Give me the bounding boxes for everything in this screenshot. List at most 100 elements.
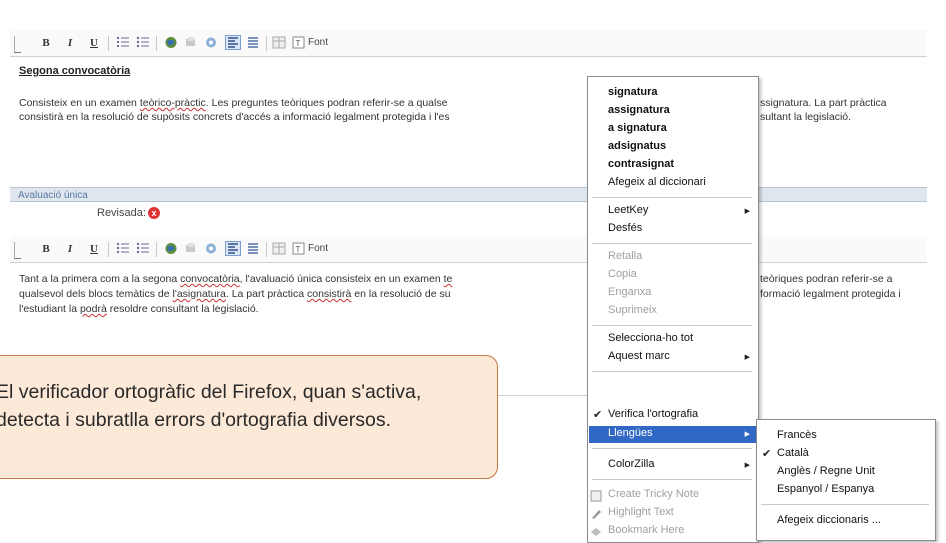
revisada-status-icon[interactable]: x [148,207,160,219]
toolbar-separator [108,242,109,257]
text-run: Consisteix en un examen [19,97,140,109]
suggestion-item[interactable]: assignatura [608,104,670,116]
languages-item[interactable]: Llengües [608,427,653,439]
link-icon[interactable] [164,242,178,255]
font-button[interactable]: Font [308,34,328,52]
underline-button[interactable]: U [88,34,100,52]
bullet-list-icon[interactable] [136,36,150,49]
segona-line-2-tail: sultant la legislació. [760,111,852,123]
unica-line-3: l'estudiant la podrà resoldre consultant… [19,302,259,317]
language-item[interactable]: Francès [777,429,817,441]
segona-line-1: Consisteix en un examen teòrico-pràctic.… [19,96,447,111]
anchor-icon[interactable] [204,36,218,49]
editor-toolbar-bottom: B I U T Font [10,236,927,263]
submenu-arrow-icon: ▶ [744,354,750,361]
add-dictionaries-item[interactable]: Afegeix diccionaris ... [777,514,881,526]
menu-separator [592,243,752,244]
misspelled-word[interactable]: teòrico-pràctic [140,97,206,109]
segona-line-2: consistirà en la resolució de supòsits c… [19,111,450,123]
font-icon: T [292,242,305,255]
menu-separator [592,325,752,326]
anchor-icon[interactable] [204,242,218,255]
text-run: en la resolució de su [351,288,451,300]
submenu-arrow-icon: ▶ [744,431,750,438]
underline-button[interactable]: U [88,240,100,258]
unlink-icon[interactable] [184,242,198,255]
suggestion-item[interactable]: adsignatus [608,140,666,152]
colorzilla-item[interactable]: ColorZilla [608,458,654,470]
highlighter-icon [592,510,601,519]
bookmark-here-item: Bookmark Here [608,524,685,536]
checkmark-icon: ✔ [593,409,603,421]
add-to-dictionary-item[interactable]: Afegeix al diccionari [608,176,706,188]
misspelled-word[interactable]: consistirà [307,288,351,300]
undo-item[interactable]: Desfés [608,222,642,234]
submenu-arrow-icon: ▶ [744,208,750,215]
menu-separator [592,448,752,449]
revisada-label: Revisada: [97,207,146,219]
suggestion-item[interactable]: contrasignat [608,158,674,170]
spellcheck-context-menu: signatura assignatura a signatura adsign… [587,76,759,543]
language-item[interactable]: Espanyol / Espanya [777,483,874,495]
link-icon[interactable] [164,36,178,49]
italic-button[interactable]: I [64,34,76,52]
text-run: . Les preguntes teòriques podran referir… [205,97,448,109]
suggestion-item[interactable]: signatura [608,86,658,98]
highlight-text-item: Highlight Text [608,506,674,518]
toolbar-separator [266,242,267,257]
paste-item: Enganxa [608,286,652,298]
suggestion-item[interactable]: a signatura [608,122,667,134]
align-left-icon[interactable] [225,241,241,256]
align-left-icon[interactable] [225,35,241,50]
toolbar-grip[interactable] [14,36,21,53]
misspelled-word[interactable]: podrà [80,303,107,315]
spellcheck-toggle-item[interactable]: Verifica l'ortografia [608,408,698,420]
table-icon[interactable] [272,36,286,49]
align-justify-icon[interactable] [246,242,260,255]
leetkey-item[interactable]: LeetKey [608,204,648,216]
toolbar-separator [266,36,267,51]
misspelled-word[interactable]: convocatòria [180,273,240,285]
bookmark-icon [591,528,601,536]
section-bar-avaluacio-unica: Avaluació única [10,187,927,202]
note-icon [590,490,602,502]
menu-separator [761,504,929,505]
text-run: , l'avaluació única consisteix en un exa… [239,273,444,285]
text-run: l'estudiant la [19,303,80,315]
checkmark-icon: ✔ [762,448,772,460]
bold-button[interactable]: B [40,34,52,52]
callout-text: El verificador ortogràfic del Firefox, q… [0,381,422,431]
numbered-list-icon[interactable] [116,242,130,255]
misspelled-word[interactable]: l'asignatura [173,288,226,300]
unica-line-2: qualsevol dels blocs temàtics de l'asign… [19,287,451,302]
copy-item: Copia [608,268,637,280]
delete-item: Suprimeix [608,304,657,316]
unica-line-1: Tant a la primera com a la segona convoc… [19,272,452,287]
unlink-icon[interactable] [184,36,198,49]
numbered-list-icon[interactable] [116,36,130,49]
language-item[interactable]: Anglès / Regne Unit [777,465,875,477]
text-run: Tant a la primera com a la segona [19,273,181,285]
toolbar-grip[interactable] [14,242,21,259]
unica-line-2-tail: formació legalment protegida i [760,288,901,300]
bullet-list-icon[interactable] [136,242,150,255]
table-icon[interactable] [272,242,286,255]
italic-button[interactable]: I [64,240,76,258]
cut-item: Retalla [608,250,643,262]
font-button[interactable]: Font [308,240,328,258]
font-icon: T [292,36,305,49]
section-heading-segona: Segona convocatòria [19,65,131,77]
svg-text:T: T [296,39,301,48]
text-run: . La part pràctica [225,288,307,300]
select-all-item[interactable]: Selecciona-ho tot [608,332,693,344]
editor-toolbar-top: B I U T Font [10,30,927,57]
language-item[interactable]: Català [777,447,809,459]
toolbar-separator [108,36,109,51]
this-frame-item[interactable]: Aquest marc [608,350,670,362]
menu-separator [592,479,752,480]
languages-submenu: Francès ✔ Català Anglès / Regne Unit Esp… [756,419,936,541]
align-justify-icon[interactable] [246,36,260,49]
misspelled-word[interactable]: te [444,273,453,285]
bold-button[interactable]: B [40,240,52,258]
toolbar-separator [156,242,157,257]
